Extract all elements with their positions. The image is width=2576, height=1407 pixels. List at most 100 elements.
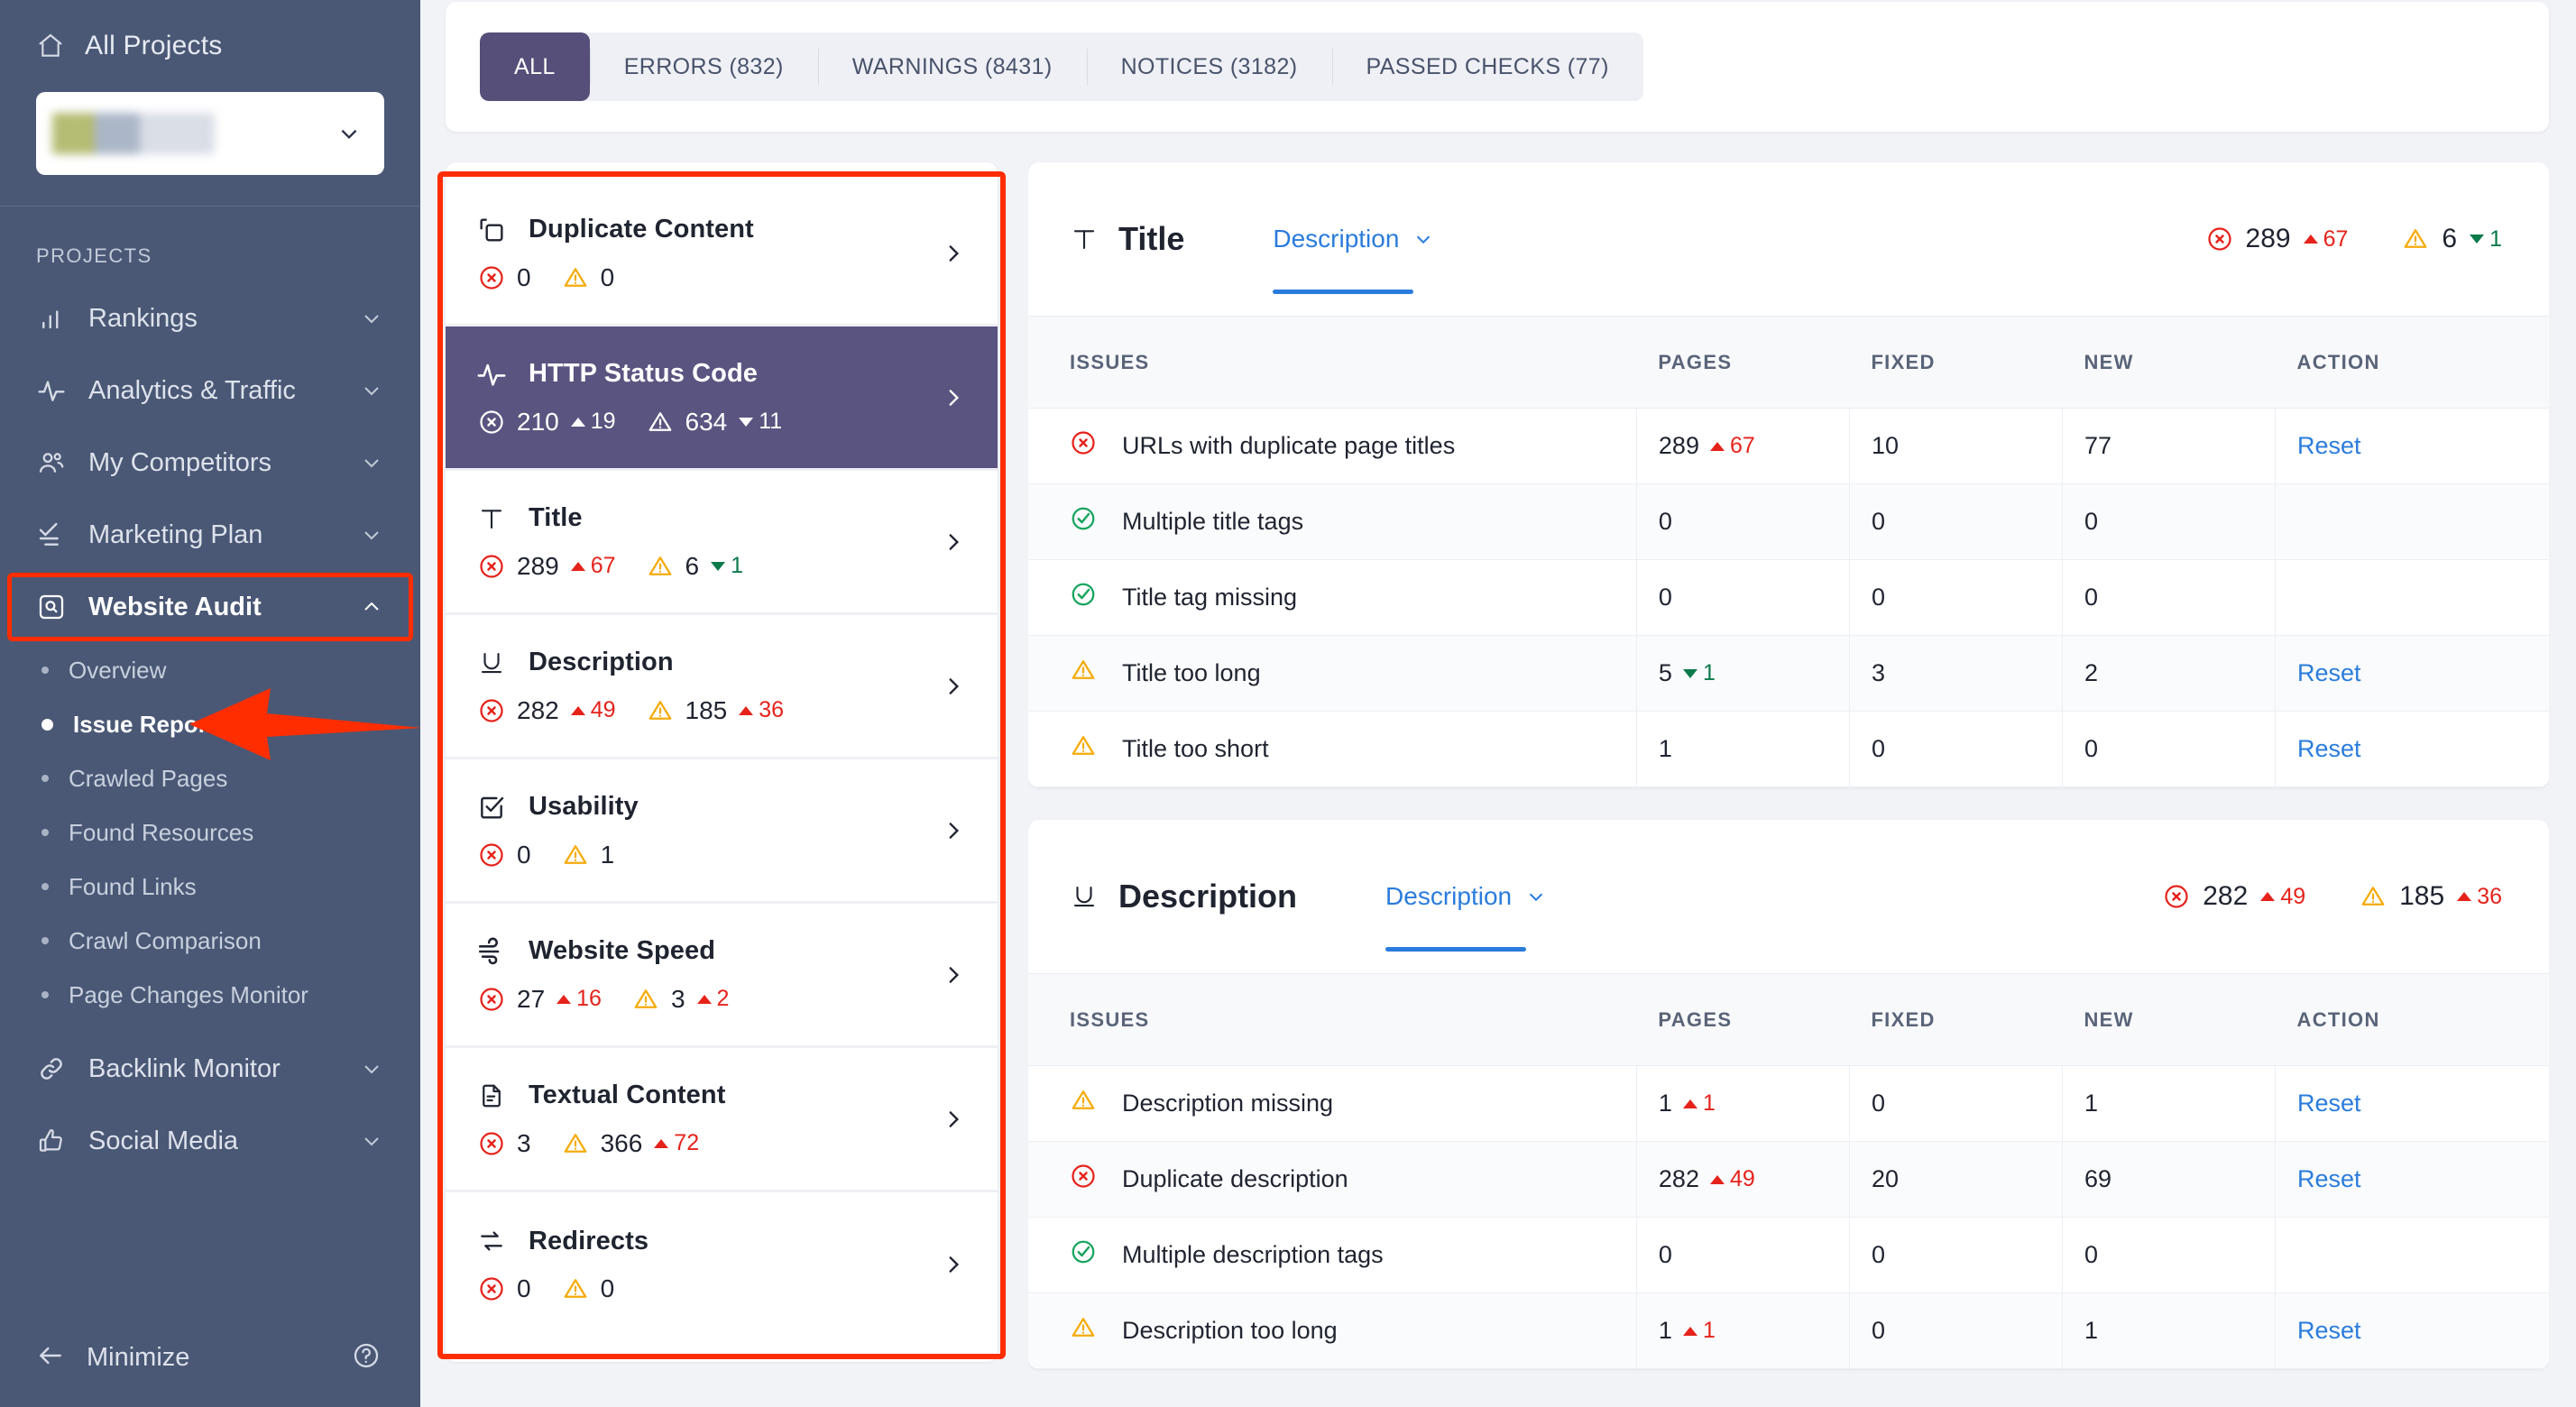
- table-row[interactable]: Description missing 11 0 1 Reset: [1028, 1065, 2549, 1142]
- panel-error-delta: 49: [2260, 884, 2305, 910]
- chevron-right-icon[interactable]: [942, 1108, 965, 1131]
- sidebar-item-my-competitors[interactable]: My Competitors: [0, 427, 420, 499]
- delta-value: 1: [1702, 1318, 1716, 1343]
- table-row[interactable]: Title too short 1 0 0 Reset: [1028, 711, 2549, 787]
- main-content: ALL ERRORS (832) WARNINGS (8431) NOTICES…: [420, 0, 2576, 1407]
- sidebar-item-found-links[interactable]: Found Links: [0, 860, 420, 914]
- issue-cell: Duplicate description: [1070, 1163, 1636, 1196]
- chevron-right-icon[interactable]: [942, 242, 965, 265]
- all-projects-link[interactable]: All Projects: [36, 31, 384, 61]
- sidebar-item-page-changes-monitor[interactable]: Page Changes Monitor: [0, 968, 420, 1022]
- category-card-http-status-code[interactable]: HTTP Status Code 210 19 634 11: [446, 326, 998, 471]
- table-body: URLs with duplicate page titles 289 67 10…: [1028, 408, 2549, 787]
- panel-error-count: 289: [2245, 224, 2291, 253]
- category-error-stat: 210 19: [478, 408, 616, 437]
- minimize-button[interactable]: Minimize: [87, 1343, 330, 1373]
- cell-issue: Multiple title tags: [1028, 483, 1637, 560]
- chevron-right-icon[interactable]: [942, 530, 965, 554]
- tab-notices[interactable]: NOTICES (3182): [1086, 32, 1332, 101]
- reset-button[interactable]: Reset: [2297, 735, 2361, 762]
- panel-warning-count: 6: [2442, 224, 2458, 253]
- sidebar-item-analytics-traffic[interactable]: Analytics & Traffic: [0, 354, 420, 427]
- sidebar-item-website-audit[interactable]: Website Audit: [0, 571, 420, 643]
- reset-button[interactable]: Reset: [2297, 1165, 2361, 1192]
- tab-errors[interactable]: ERRORS (832): [589, 32, 818, 101]
- category-card-website-speed[interactable]: Website Speed 27 16 32: [446, 904, 998, 1048]
- table-row[interactable]: Multiple title tags 0 0 0: [1028, 483, 2549, 560]
- sidebar-item-crawl-comparison[interactable]: Crawl Comparison: [0, 914, 420, 968]
- category-card-usability[interactable]: Usability 0 1: [446, 759, 998, 904]
- chevron-right-icon[interactable]: [942, 675, 965, 698]
- tab-warnings[interactable]: WARNINGS (8431): [817, 32, 1087, 101]
- sidebar-item-marketing-plan[interactable]: Marketing Plan: [0, 499, 420, 571]
- panel-view-dropdown[interactable]: Description: [1273, 162, 1433, 316]
- cell-issue: Title too long: [1028, 635, 1637, 712]
- sidebar-item-backlink-monitor[interactable]: Backlink Monitor: [0, 1033, 420, 1105]
- cell-new: 0: [2062, 711, 2277, 787]
- project-selector[interactable]: [36, 92, 384, 175]
- tab-all[interactable]: ALL: [480, 32, 590, 101]
- warning-icon: [1072, 1090, 1095, 1109]
- category-card-body: Website Speed 27 16 32: [476, 936, 927, 1014]
- filter-tabs: ALL ERRORS (832) WARNINGS (8431) NOTICES…: [480, 32, 1643, 101]
- table-row[interactable]: Description too long 11 0 1 Reset: [1028, 1292, 2549, 1369]
- sidebar-item-found-resources[interactable]: Found Resources: [0, 805, 420, 860]
- error-icon: [480, 1131, 503, 1155]
- tab-passed-checks[interactable]: PASSED CHECKS (77): [1331, 32, 1643, 101]
- panel-error-delta: 67: [2303, 226, 2348, 253]
- category-card-description[interactable]: Description 282 49 185 36: [446, 615, 998, 759]
- sidebar-item-issue-report[interactable]: Issue Report: [0, 697, 420, 751]
- category-card-title[interactable]: Title 289 67 61: [446, 471, 998, 615]
- status-icon: [1070, 429, 1097, 463]
- category-error-stat: 0: [478, 1274, 531, 1303]
- sidebar-item-rankings[interactable]: Rankings: [0, 282, 420, 354]
- delta-value: 67: [1729, 433, 1755, 458]
- category-card-textual-content[interactable]: Textual Content 3 366 72: [446, 1048, 998, 1192]
- table-row[interactable]: Duplicate description 282 49 20 69 Reset: [1028, 1141, 2549, 1218]
- cell-new: 0: [2062, 559, 2277, 636]
- chevron-right-icon[interactable]: [942, 819, 965, 842]
- panel-error-stat: 289 67: [2206, 224, 2348, 254]
- chevron-right-icon[interactable]: [942, 1253, 965, 1276]
- table-row[interactable]: Title tag missing 0 0 0: [1028, 559, 2549, 636]
- category-stats: 0 1: [476, 841, 927, 869]
- warning-icon: [564, 1133, 586, 1153]
- reset-button[interactable]: Reset: [2297, 1317, 2361, 1344]
- category-title-row: Duplicate Content: [476, 215, 927, 245]
- table-row[interactable]: Title too long 51 3 2 Reset: [1028, 635, 2549, 712]
- category-error-stat: 282 49: [478, 696, 616, 725]
- pages-value: 0: [1659, 1241, 1849, 1269]
- category-card-redirects[interactable]: Redirects 0 0: [446, 1192, 998, 1337]
- chevron-right-icon[interactable]: [942, 386, 965, 409]
- sidebar-item-crawled-pages[interactable]: Crawled Pages: [0, 751, 420, 805]
- question-circle-icon[interactable]: [352, 1341, 381, 1375]
- sidebar-item-label: Marketing Plan: [88, 520, 263, 549]
- sidebar-item-social-media[interactable]: Social Media: [0, 1105, 420, 1177]
- pages-value: 11: [1659, 1090, 1849, 1117]
- category-card-duplicate-content[interactable]: Duplicate Content 0 0: [446, 182, 998, 326]
- cell-fixed: 20: [1849, 1141, 2063, 1218]
- column-header-fixed: FIXED: [1849, 973, 2063, 1066]
- category-error-count: 3: [517, 1128, 531, 1157]
- panel-view-dropdown[interactable]: Description: [1385, 820, 1546, 973]
- category-stats: 3 366 72: [476, 1129, 927, 1158]
- delta-value: 49: [1729, 1166, 1755, 1191]
- warning-icon: [1072, 660, 1095, 679]
- table-row[interactable]: Multiple description tags 0 0 0: [1028, 1217, 2549, 1293]
- home-icon: [36, 32, 65, 60]
- bar-chart-icon: [36, 303, 67, 334]
- category-error-stat: 289 67: [478, 552, 616, 581]
- chevron-down-icon: [361, 524, 382, 546]
- category-title-row: HTTP Status Code: [476, 359, 927, 390]
- reset-button[interactable]: Reset: [2297, 659, 2361, 686]
- sidebar-item-overview[interactable]: Overview: [0, 643, 420, 697]
- chevron-right-icon[interactable]: [942, 963, 965, 987]
- sidebar-item-label: Analytics & Traffic: [88, 375, 296, 405]
- all-projects-label: All Projects: [85, 31, 223, 60]
- reset-button[interactable]: Reset: [2297, 1090, 2361, 1117]
- category-name: HTTP Status Code: [529, 359, 759, 388]
- sidebar-item-label: Rankings: [88, 303, 198, 333]
- warning-icon: [649, 556, 671, 575]
- reset-button[interactable]: Reset: [2297, 432, 2361, 459]
- table-row[interactable]: URLs with duplicate page titles 289 67 10…: [1028, 408, 2549, 484]
